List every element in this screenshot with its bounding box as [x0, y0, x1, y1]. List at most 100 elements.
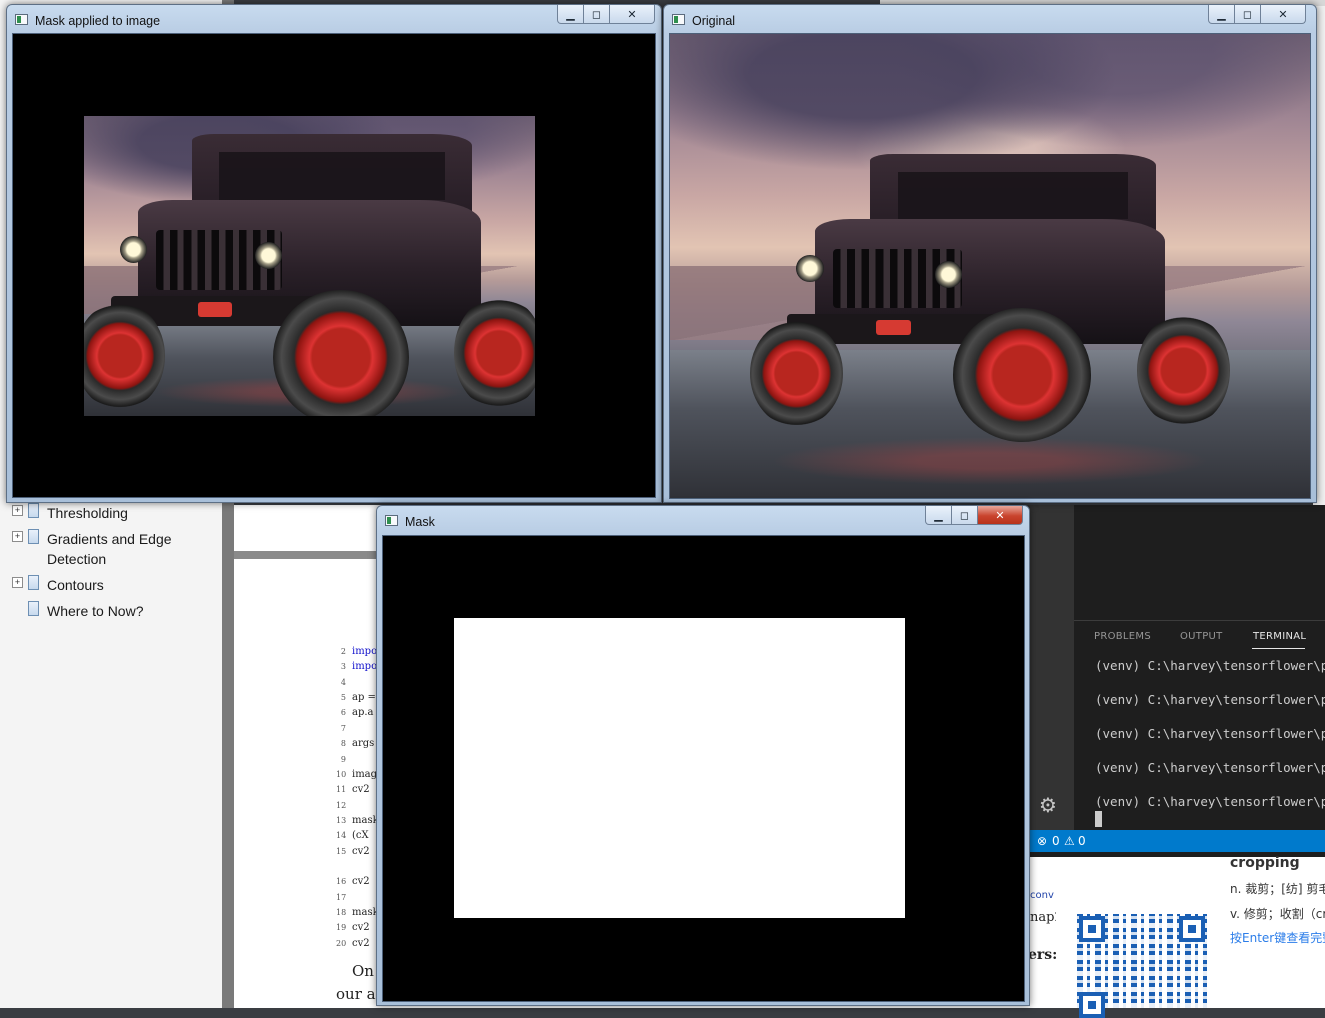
maximize-button[interactable]: ◻	[1235, 5, 1261, 24]
caption-buttons: ▁ ◻ ✕	[1208, 5, 1306, 24]
maximize-button[interactable]: ◻	[952, 506, 978, 525]
warning-icon[interactable]: ⚠	[1064, 834, 1075, 848]
window-app-icon	[672, 14, 685, 25]
image-canvas-mask	[382, 535, 1025, 1002]
close-icon: ✕	[1278, 7, 1288, 21]
expand-icon[interactable]: +	[12, 577, 23, 588]
maximize-button[interactable]: ◻	[584, 5, 610, 24]
close-icon: ✕	[995, 508, 1005, 522]
minimize-icon: ▁	[934, 508, 943, 522]
code-line: 8 args	[336, 738, 374, 749]
error-count[interactable]: 0	[1052, 834, 1060, 848]
pdf-text: ers:	[1028, 947, 1058, 963]
terminal-cursor	[1095, 811, 1102, 827]
dictionary-definition-noun: n. 裁剪；[纺] 剪毛	[1230, 882, 1325, 896]
pdf-text: our a	[336, 985, 376, 1003]
minimize-button[interactable]: ▁	[557, 5, 584, 24]
window-mask[interactable]: Mask ▁ ◻ ✕	[376, 505, 1030, 1006]
line-number: 11	[336, 785, 347, 794]
mask-white-rectangle	[454, 618, 905, 918]
line-number: 16	[336, 877, 347, 886]
pdf-text: On	[352, 962, 374, 980]
window-mask-applied[interactable]: Mask applied to image ▁ ◻ ✕	[6, 4, 662, 503]
code-line: 6 ap.a	[336, 707, 374, 718]
original-photo	[670, 34, 1310, 498]
close-button[interactable]: ✕	[978, 506, 1023, 525]
qr-code-image	[1077, 914, 1207, 1018]
bookmark-icon	[28, 503, 39, 518]
window-app-icon	[15, 14, 28, 25]
line-number: 4	[340, 678, 346, 687]
terminal-line: (venv) C:\harvey\tensorflower\pra	[1095, 692, 1325, 707]
pdf-text: conv	[1030, 890, 1054, 901]
line-number: 14	[336, 831, 347, 840]
minimize-button[interactable]: ▁	[1208, 5, 1235, 24]
bookmark-icon	[28, 529, 39, 544]
code-line: 9	[336, 754, 352, 765]
line-number: 19	[336, 923, 347, 932]
tab-terminal[interactable]: TERMINAL	[1253, 631, 1306, 642]
code-line: 20 cv2	[336, 938, 370, 949]
code-line: 2 impo	[336, 646, 377, 657]
maximize-icon: ◻	[591, 7, 602, 21]
masked-photo-region	[84, 116, 535, 416]
code-text: cv2	[352, 876, 370, 887]
code-line: 15 cv2	[336, 846, 370, 857]
jeep-image	[750, 136, 1230, 442]
code-text: cv2	[352, 846, 370, 857]
window-original[interactable]: Original ▁ ◻ ✕	[663, 4, 1317, 503]
close-button[interactable]: ✕	[1261, 5, 1306, 24]
line-number: 7	[340, 724, 346, 733]
close-icon: ✕	[627, 7, 637, 21]
minimize-icon: ▁	[1217, 7, 1226, 21]
window-title: Mask applied to image	[35, 14, 161, 28]
expand-icon[interactable]: +	[12, 531, 23, 542]
error-icon[interactable]: ⊗	[1037, 834, 1047, 848]
code-line: 10 imag	[336, 769, 377, 780]
outline-item-label: Where to Now?	[47, 603, 144, 619]
outline-item-label: Contours	[47, 577, 104, 593]
code-line: 12	[336, 800, 352, 811]
code-text: cv2	[352, 938, 370, 949]
window-app-icon	[385, 515, 398, 526]
window-title: Mask	[405, 515, 435, 529]
terminal-line: (venv) C:\harvey\tensorflower\pra	[1095, 658, 1325, 673]
tab-problems[interactable]: PROBLEMS	[1094, 631, 1151, 642]
code-line: 18 mask	[336, 907, 379, 918]
code-line: 11 cv2	[336, 784, 370, 795]
code-line: 7	[336, 723, 352, 734]
code-line: 17	[336, 892, 352, 903]
terminal-line: (venv) C:\harvey\tensorflower\pra	[1095, 794, 1325, 809]
warning-count[interactable]: 0	[1078, 834, 1086, 848]
line-number: 18	[336, 908, 347, 917]
code-line: 4	[336, 677, 352, 688]
dictionary-definition-verb: v. 修剪；收割（cr	[1230, 907, 1325, 921]
line-number: 17	[336, 893, 347, 902]
line-number: 20	[336, 939, 347, 948]
code-text: args	[352, 738, 375, 749]
close-button[interactable]: ✕	[610, 5, 655, 24]
gear-icon[interactable]: ⚙	[1039, 795, 1059, 815]
terminal-line: (venv) C:\harvey\tensorflower\pra	[1095, 726, 1325, 741]
minimize-icon: ▁	[566, 7, 575, 21]
code-line: 19 cv2	[336, 922, 370, 933]
minimize-button[interactable]: ▁	[925, 506, 952, 525]
line-number: 10	[336, 770, 347, 779]
caption-buttons: ▁ ◻ ✕	[925, 506, 1023, 525]
code-text: impo	[352, 646, 378, 657]
active-tab-indicator	[1252, 648, 1305, 649]
expand-icon[interactable]: +	[12, 505, 23, 516]
code-text: mask	[352, 907, 379, 918]
code-text: mask	[352, 815, 379, 826]
line-number: 3	[340, 662, 346, 671]
code-text: ap =	[352, 692, 376, 703]
dictionary-word: cropping	[1230, 855, 1300, 871]
tab-output[interactable]: OUTPUT	[1180, 631, 1223, 642]
dictionary-more-link[interactable]: 按Enter键查看完整	[1230, 929, 1325, 946]
jeep-image	[84, 116, 535, 416]
code-text: (cX	[352, 830, 369, 841]
vscode-activity-bar	[1028, 505, 1074, 830]
caption-buttons: ▁ ◻ ✕	[557, 5, 655, 24]
vscode-status-bar: ⊗ 0 ⚠ 0	[1028, 830, 1325, 852]
bookmark-icon	[28, 601, 39, 616]
